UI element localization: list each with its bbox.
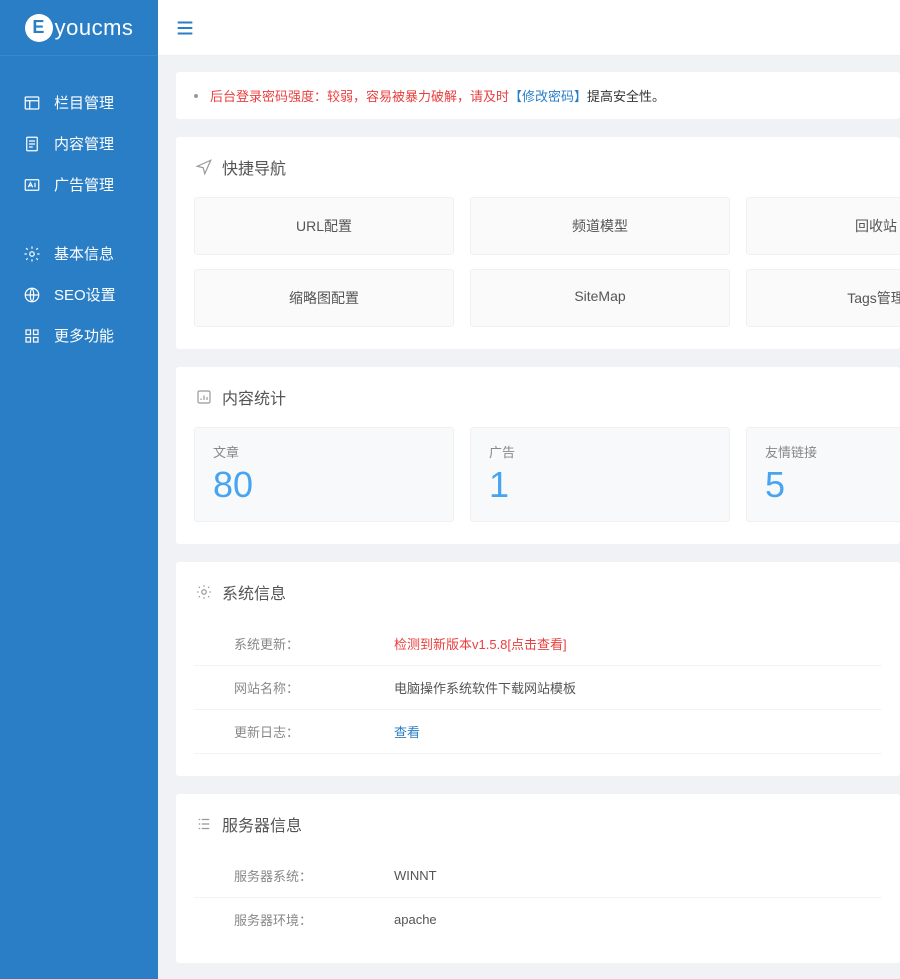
serverinfo-row-os: 服务器系统： WINNT [194,854,882,898]
panel-title: 系统信息 [222,580,286,604]
stat-value: 1 [489,467,711,503]
sidebar-item-label: SEO设置 [54,284,116,305]
info-label: 更新日志： [234,722,394,741]
panel-title: 快捷导航 [222,155,286,179]
stat-label: 友情链接 [765,442,900,461]
quicknav-panel: 快捷导航 URL配置 频道模型 回收站 缩略图配置 SiteMap Tags管理 [176,137,900,349]
alert-text: 后台登录密码强度：较弱，容易被暴力破解，请及时 [210,86,509,105]
info-value: apache [394,912,437,927]
password-alert: 后台登录密码强度：较弱，容易被暴力破解，请及时 【修改密码】 提高安全性。 [176,72,900,119]
stats-panel: 内容统计 文章 80 广告 1 友情链接 5 [176,367,900,544]
chart-icon [194,387,214,407]
change-password-link[interactable]: 【修改密码】 [509,86,587,105]
sidebar: Eyoucms 栏目管理 内容管理 广告管理 [0,0,158,979]
quicknav-channel-model[interactable]: 频道模型 [470,197,730,255]
grid-icon [22,326,42,346]
stat-label: 文章 [213,442,435,461]
brand-logo-mark: E [25,14,53,42]
sidebar-item-more[interactable]: 更多功能 [0,315,158,356]
main: 后台登录密码强度：较弱，容易被暴力破解，请及时 【修改密码】 提高安全性。 快捷… [158,0,900,979]
info-label: 服务器系统： [234,866,394,885]
sysinfo-row-update: 系统更新： 检测到新版本v1.5.8[点击查看] [194,622,882,666]
stat-value: 5 [765,467,900,503]
menu-toggle-icon[interactable] [174,17,196,39]
content-area: 后台登录密码强度：较弱，容易被暴力破解，请及时 【修改密码】 提高安全性。 快捷… [158,56,900,979]
list-icon [194,814,214,834]
topbar [158,0,900,56]
info-label: 系统更新： [234,634,394,653]
info-label: 网站名称： [234,678,394,697]
sysinfo-row-sitename: 网站名称： 电脑操作系统软件下载网站模板 [194,666,882,710]
quicknav-sitemap[interactable]: SiteMap [470,269,730,327]
bullet-icon [194,94,198,98]
panel-title: 内容统计 [222,385,286,409]
quicknav-recycle[interactable]: 回收站 [746,197,900,255]
sidebar-item-label: 基本信息 [54,243,114,264]
stat-label: 广告 [489,442,711,461]
stat-links: 友情链接 5 [746,427,900,522]
stat-articles: 文章 80 [194,427,454,522]
sysinfo-panel: 系统信息 系统更新： 检测到新版本v1.5.8[点击查看] 网站名称： 电脑操作… [176,562,900,776]
quicknav-tags[interactable]: Tags管理 [746,269,900,327]
sidebar-item-label: 广告管理 [54,174,114,195]
send-icon [194,157,214,177]
info-value: WINNT [394,868,437,883]
brand-logo-text: youcms [55,15,134,41]
serverinfo-row-env: 服务器环境： apache [194,898,882,941]
sidebar-item-label: 栏目管理 [54,92,114,113]
sidebar-item-label: 更多功能 [54,325,114,346]
sidebar-item-ad[interactable]: 广告管理 [0,164,158,205]
quicknav-url-config[interactable]: URL配置 [194,197,454,255]
gear-icon [194,582,214,602]
brand-logo: Eyoucms [0,0,158,56]
alert-suffix: 提高安全性。 [587,86,665,105]
columns-icon [22,93,42,113]
panel-title: 服务器信息 [222,812,302,836]
sidebar-item-columns[interactable]: 栏目管理 [0,82,158,123]
gear-icon [22,244,42,264]
info-label: 服务器环境： [234,910,394,929]
changelog-link[interactable]: 查看 [394,722,420,741]
sidebar-nav: 栏目管理 内容管理 广告管理 基本信息 SEO设置 [0,56,158,356]
sidebar-item-content[interactable]: 内容管理 [0,123,158,164]
sidebar-item-basic[interactable]: 基本信息 [0,233,158,274]
stat-value: 80 [213,467,435,503]
sidebar-item-seo[interactable]: SEO设置 [0,274,158,315]
file-icon [22,134,42,154]
info-value: 电脑操作系统软件下载网站模板 [394,678,576,697]
sysinfo-row-changelog: 更新日志： 查看 [194,710,882,754]
sidebar-item-label: 内容管理 [54,133,114,154]
version-update-link[interactable]: 检测到新版本v1.5.8[点击查看] [394,634,567,653]
ad-icon [22,175,42,195]
serverinfo-panel: 服务器信息 服务器系统： WINNT 服务器环境： apache [176,794,900,963]
stat-ads: 广告 1 [470,427,730,522]
globe-icon [22,285,42,305]
quicknav-thumb-config[interactable]: 缩略图配置 [194,269,454,327]
